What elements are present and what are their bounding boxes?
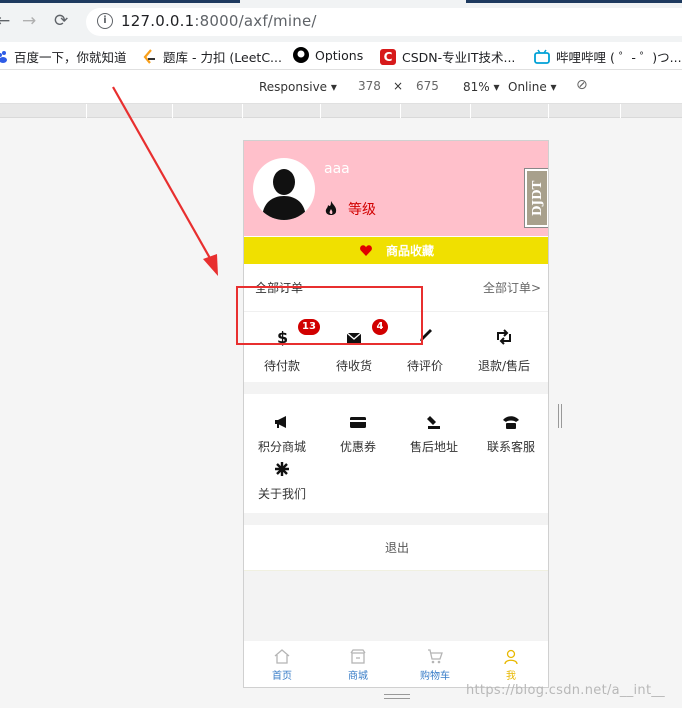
user-silhouette-icon — [262, 169, 306, 220]
leetcode-icon — [141, 48, 157, 65]
csdn-icon: C — [380, 48, 396, 65]
service-about-us[interactable]: 关于我们 — [244, 461, 320, 505]
service-label: 关于我们 — [257, 487, 306, 501]
logout-button[interactable]: 退出 — [244, 525, 548, 571]
bookmark-bilibili[interactable]: 哔哩哔哩 ( ゜- ゜)つ... — [534, 47, 682, 66]
mobile-viewport: aaa 等级 DJDT 商品收藏 全部订单 全部订单> $ 13 待付款 4 待… — [243, 140, 549, 688]
viewport-resize-handle[interactable] — [558, 404, 562, 428]
tab-cart[interactable]: 购物车 — [397, 641, 473, 687]
all-orders-link[interactable]: 全部订单> — [483, 279, 541, 296]
avatar[interactable] — [253, 158, 315, 220]
order-refund[interactable]: 退款/售后 — [466, 312, 542, 382]
bookmark-label: 百度一下，你就知道 — [14, 50, 127, 65]
cart-icon — [428, 649, 443, 664]
service-after-sales-address[interactable]: 售后地址 — [396, 414, 472, 458]
service-coupons[interactable]: 优惠券 — [320, 414, 396, 458]
url-host: 127.0.0.1 — [121, 12, 195, 30]
section-separator — [244, 382, 548, 394]
username: aaa — [324, 161, 350, 177]
zoom-select[interactable]: 81% ▾ — [463, 80, 500, 94]
bookmark-github[interactable]: Options — [293, 47, 363, 63]
bookmark-baidu[interactable]: 百度一下，你就知道 — [0, 47, 127, 66]
back-icon[interactable]: ← — [0, 10, 10, 32]
user-icon — [504, 649, 518, 664]
bookmark-label: 题库 - 力扣 (LeetC... — [163, 50, 282, 65]
device-label: Responsive — [259, 80, 328, 94]
order-label: 待付款 — [263, 359, 300, 373]
tab-label: 首页 — [272, 671, 292, 682]
times-sign: × — [393, 79, 404, 93]
fire-icon — [325, 201, 337, 215]
tab-strip-edge — [0, 0, 240, 3]
devtools-ruler — [0, 104, 682, 118]
heart-icon — [360, 245, 372, 256]
tab-label: 商城 — [348, 671, 368, 682]
forward-icon[interactable]: → — [22, 10, 36, 32]
megaphone-icon — [275, 416, 286, 428]
viewport-resize-handle-bottom[interactable] — [384, 694, 410, 699]
rotate-icon[interactable]: ⊘ — [576, 77, 588, 93]
asterisk-icon — [275, 462, 289, 476]
tab-strip-edge — [466, 0, 682, 3]
favorites-bar[interactable]: 商品收藏 — [244, 237, 548, 264]
brand-logo: DJDT — [524, 168, 548, 228]
service-label: 优惠券 — [339, 440, 376, 454]
favorites-label: 商品收藏 — [385, 244, 434, 258]
tab-me[interactable]: 我 — [473, 641, 548, 687]
tab-shop[interactable]: 商城 — [320, 641, 396, 687]
network-select[interactable]: Online ▾ — [508, 80, 557, 94]
order-label: 退款/售后 — [477, 359, 531, 373]
browser-toolbar: ← → ⟳ i 127.0.0.1:8000/axf/mine/ — [0, 0, 682, 42]
tab-home[interactable]: 首页 — [244, 641, 320, 687]
retweet-icon — [497, 329, 511, 345]
github-icon — [293, 47, 309, 63]
services-grid: 积分商城 优惠券 售后地址 联系客服 关于我们 — [244, 395, 548, 513]
zoom-label: 81% — [463, 80, 490, 94]
bookmark-csdn[interactable]: C CSDN-专业IT技术... — [380, 47, 515, 66]
network-label: Online — [508, 80, 547, 94]
bookmark-label: CSDN-专业IT技术... — [402, 50, 516, 65]
profile-header: aaa 等级 DJDT — [244, 141, 548, 236]
logout-label: 退出 — [384, 541, 409, 555]
credit-card-icon — [350, 417, 366, 428]
service-label: 联系客服 — [486, 440, 535, 454]
shop-icon — [350, 649, 366, 664]
service-label: 售后地址 — [409, 440, 458, 454]
phone-icon — [503, 416, 519, 429]
location-icon — [427, 416, 440, 429]
height-input[interactable]: 675 — [416, 79, 439, 93]
info-icon[interactable]: i — [97, 13, 113, 29]
url-path: :8000/axf/mine/ — [194, 12, 317, 30]
bilibili-icon — [534, 49, 550, 65]
reload-icon[interactable]: ⟳ — [54, 10, 68, 32]
bookmark-leetcode[interactable]: 题库 - 力扣 (LeetC... — [141, 47, 282, 66]
url-text: 127.0.0.1:8000/axf/mine/ — [121, 12, 317, 30]
service-customer-support[interactable]: 联系客服 — [473, 414, 548, 458]
order-label: 待评价 — [406, 359, 443, 373]
tab-label: 我 — [506, 671, 516, 682]
baidu-icon — [0, 49, 8, 65]
level-label: 等级 — [348, 202, 376, 218]
home-icon — [274, 649, 290, 664]
section-separator — [244, 513, 548, 525]
address-bar[interactable]: i 127.0.0.1:8000/axf/mine/ — [86, 8, 682, 36]
device-select[interactable]: Responsive ▾ — [259, 80, 337, 94]
order-label: 待收货 — [335, 359, 372, 373]
level-row: 等级 — [324, 199, 376, 219]
bookmark-label: Options — [315, 47, 364, 63]
watermark: https://blog.csdn.net/a__int__ — [466, 683, 665, 698]
width-input[interactable]: 378 — [358, 79, 381, 93]
bookmarks-bar: 百度一下，你就知道 题库 - 力扣 (LeetC... Options C CS… — [0, 42, 682, 70]
bottom-tab-bar: 首页 商城 购物车 我 — [244, 641, 548, 687]
annotation-highlight-box — [236, 286, 423, 345]
service-points-mall[interactable]: 积分商城 — [244, 414, 320, 458]
devtools-device-toolbar: Responsive ▾ 378 × 675 81% ▾ Online ▾ ⊘ — [0, 70, 682, 104]
service-label: 积分商城 — [257, 440, 306, 454]
tab-label: 购物车 — [420, 671, 450, 682]
page-filler — [244, 571, 548, 641]
bookmark-label: 哔哩哔哩 ( ゜- ゜)つ... — [556, 50, 682, 65]
